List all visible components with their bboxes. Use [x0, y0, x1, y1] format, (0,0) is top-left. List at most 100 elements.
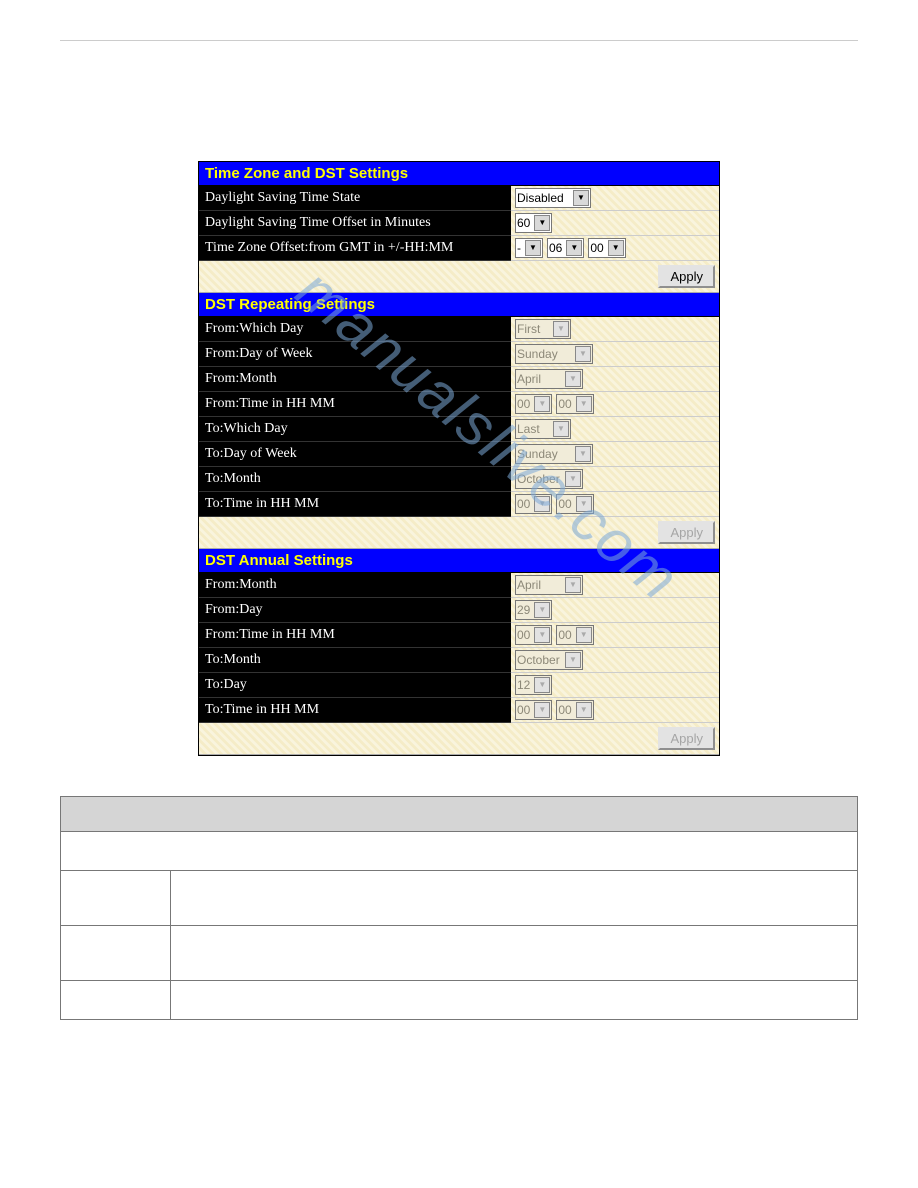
dst-offset-value: 60 [517, 216, 530, 230]
rep-to-which-select: Last ▼ [515, 419, 571, 439]
tz-hh-select[interactable]: 06 ▼ [547, 238, 584, 258]
ann-from-month-select: April ▼ [515, 575, 583, 595]
rep-to-time-hh: 00 ▼ [515, 494, 552, 514]
desc-row-3-col-1 [61, 926, 171, 981]
label-ann-to-time: To:Time in HH MM [199, 698, 511, 723]
rep-from-which-value: First [517, 322, 540, 336]
label-ann-from-time: From:Time in HH MM [199, 623, 511, 648]
chevron-down-icon: ▼ [575, 346, 591, 362]
label-rep-to-which: To:Which Day [199, 417, 511, 442]
chevron-down-icon: ▼ [534, 215, 550, 231]
chevron-down-icon: ▼ [553, 421, 569, 437]
rep-to-time-mm: 00 ▼ [556, 494, 593, 514]
rep-to-month-value: October [517, 472, 560, 486]
chevron-down-icon: ▼ [534, 496, 550, 512]
section-tz-title: Time Zone and DST Settings [199, 162, 719, 186]
tz-sign-value: - [517, 241, 521, 255]
rep-to-time-hh-value: 00 [517, 497, 530, 511]
desc-row-2-col-2 [171, 871, 858, 926]
section-annual: DST Annual Settings [199, 549, 719, 573]
rep-to-month-select: October ▼ [515, 469, 583, 489]
desc-row-2-col-1 [61, 871, 171, 926]
ann-from-month-value: April [517, 578, 541, 592]
label-rep-to-time: To:Time in HH MM [199, 492, 511, 517]
dst-state-select[interactable]: Disabled ▼ [515, 188, 591, 208]
label-rep-to-dow: To:Day of Week [199, 442, 511, 467]
ann-to-time-mm-value: 00 [558, 703, 571, 717]
label-rep-from-which: From:Which Day [199, 317, 511, 342]
rep-to-dow-select: Sunday ▼ [515, 444, 593, 464]
tz-sign-select[interactable]: - ▼ [515, 238, 543, 258]
rep-from-month-value: April [517, 372, 541, 386]
ann-to-time-hh-value: 00 [517, 703, 530, 717]
label-rep-from-month: From:Month [199, 367, 511, 392]
chevron-down-icon: ▼ [534, 396, 550, 412]
rep-from-time-mm-value: 00 [558, 397, 571, 411]
apply-button-tz[interactable]: Apply [658, 265, 715, 288]
ann-to-month-value: October [517, 653, 560, 667]
dst-offset-select[interactable]: 60 ▼ [515, 213, 552, 233]
tz-mm-select[interactable]: 00 ▼ [588, 238, 625, 258]
rep-from-time-mm: 00 ▼ [556, 394, 593, 414]
rep-from-which-select: First ▼ [515, 319, 571, 339]
desc-row-1 [61, 832, 858, 871]
label-rep-to-month: To:Month [199, 467, 511, 492]
label-ann-from-month: From:Month [199, 573, 511, 598]
label-rep-from-time: From:Time in HH MM [199, 392, 511, 417]
ann-to-day-value: 12 [517, 678, 530, 692]
chevron-down-icon: ▼ [576, 627, 592, 643]
tz-mm-value: 00 [590, 241, 603, 255]
chevron-down-icon: ▼ [565, 577, 581, 593]
rep-to-time-mm-value: 00 [558, 497, 571, 511]
label-ann-from-day: From:Day [199, 598, 511, 623]
label-ann-to-month: To:Month [199, 648, 511, 673]
rep-from-time-hh-value: 00 [517, 397, 530, 411]
section-repeating: DST Repeating Settings [199, 293, 719, 317]
desc-row-4-col-2 [171, 981, 858, 1020]
ann-from-time-mm-value: 00 [558, 628, 571, 642]
chevron-down-icon: ▼ [534, 627, 550, 643]
chevron-down-icon: ▼ [565, 471, 581, 487]
chevron-down-icon: ▼ [553, 321, 569, 337]
rep-from-dow-value: Sunday [517, 347, 558, 361]
ann-from-time-hh-value: 00 [517, 628, 530, 642]
chevron-down-icon: ▼ [573, 190, 589, 206]
chevron-down-icon: ▼ [576, 396, 592, 412]
chevron-down-icon: ▼ [565, 371, 581, 387]
chevron-down-icon: ▼ [576, 702, 592, 718]
chevron-down-icon: ▼ [576, 496, 592, 512]
label-dst-state: Daylight Saving Time State [199, 186, 511, 211]
chevron-down-icon: ▼ [575, 446, 591, 462]
section-tz: Time Zone and DST Settings [199, 162, 719, 186]
apply-button-annual: Apply [658, 727, 715, 750]
tz-hh-value: 06 [549, 241, 562, 255]
ann-from-day-value: 29 [517, 603, 530, 617]
rep-from-month-select: April ▼ [515, 369, 583, 389]
top-rule [60, 40, 858, 41]
rep-from-dow-select: Sunday ▼ [515, 344, 593, 364]
ann-from-time-mm: 00 ▼ [556, 625, 593, 645]
ann-from-time-hh: 00 ▼ [515, 625, 552, 645]
section-repeating-title: DST Repeating Settings [199, 293, 719, 317]
chevron-down-icon: ▼ [608, 240, 624, 256]
label-rep-from-dow: From:Day of Week [199, 342, 511, 367]
ann-to-month-select: October ▼ [515, 650, 583, 670]
description-table [60, 796, 858, 1020]
settings-panel: Time Zone and DST Settings Daylight Savi… [198, 161, 720, 756]
page: manualslive.com Time Zone and DST Settin… [0, 0, 918, 1060]
desc-row-4-col-1 [61, 981, 171, 1020]
label-tz-offset: Time Zone Offset:from GMT in +/-HH:MM [199, 236, 511, 261]
rep-from-time-hh: 00 ▼ [515, 394, 552, 414]
desc-row-3-col-2 [171, 926, 858, 981]
apply-button-repeating: Apply [658, 521, 715, 544]
chevron-down-icon: ▼ [525, 240, 541, 256]
chevron-down-icon: ▼ [565, 652, 581, 668]
label-dst-offset: Daylight Saving Time Offset in Minutes [199, 211, 511, 236]
ann-to-time-mm: 00 ▼ [556, 700, 593, 720]
chevron-down-icon: ▼ [534, 677, 550, 693]
chevron-down-icon: ▼ [534, 702, 550, 718]
label-ann-to-day: To:Day [199, 673, 511, 698]
ann-to-time-hh: 00 ▼ [515, 700, 552, 720]
chevron-down-icon: ▼ [566, 240, 582, 256]
section-annual-title: DST Annual Settings [199, 549, 719, 573]
